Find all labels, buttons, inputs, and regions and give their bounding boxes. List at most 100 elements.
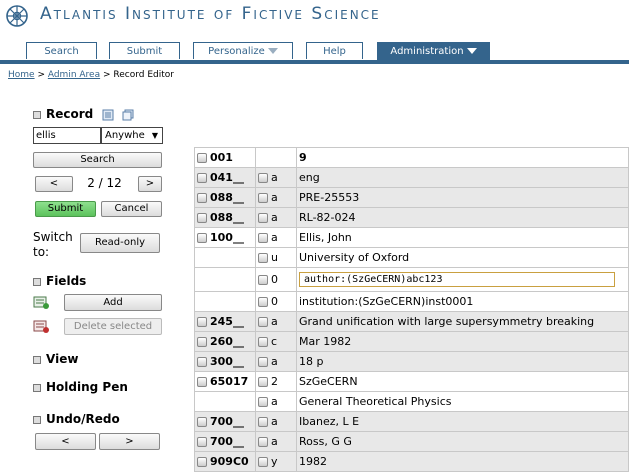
field-tag[interactable]: 041__: [194, 167, 256, 188]
table-row[interactable]: 041__ a eng: [194, 167, 629, 188]
table-row[interactable]: 001 9: [194, 147, 629, 168]
field-tag[interactable]: 001: [194, 147, 256, 168]
subfield-select-checkbox[interactable]: [258, 437, 268, 447]
field-tag[interactable]: [194, 391, 256, 412]
subfield-select-checkbox[interactable]: [258, 213, 268, 223]
subfield-value[interactable]: Grand unification with large supersymmet…: [296, 311, 629, 332]
table-row[interactable]: 65017 2 SzGeCERN: [194, 371, 629, 392]
subfield-select-checkbox[interactable]: [258, 337, 268, 347]
subfield-code[interactable]: a: [255, 431, 297, 452]
table-row[interactable]: 700__ a Ibanez, L E: [194, 411, 629, 432]
table-row[interactable]: 245__ a Grand unification with large super…: [194, 311, 629, 332]
field-select-checkbox[interactable]: [197, 173, 207, 183]
add-field-button[interactable]: Add: [64, 294, 162, 311]
field-select-checkbox[interactable]: [197, 337, 207, 347]
field-tag[interactable]: 700__: [194, 431, 256, 452]
cancel-button[interactable]: Cancel: [101, 201, 162, 217]
table-row[interactable]: 0 author:(SzGeCERN)abc123: [194, 267, 629, 292]
read-only-button[interactable]: Read-only: [80, 233, 160, 253]
field-select-checkbox[interactable]: [197, 417, 207, 427]
holding-pen-section-header[interactable]: Holding Pen: [33, 380, 128, 394]
field-select-checkbox[interactable]: [197, 153, 207, 163]
table-row[interactable]: 700__ a Ross, G G: [194, 431, 629, 452]
tab-administration[interactable]: Administration: [377, 42, 490, 61]
subfield-select-checkbox[interactable]: [258, 173, 268, 183]
table-row[interactable]: 088__ a RL-82-024: [194, 207, 629, 228]
field-tag[interactable]: 909C0: [194, 451, 256, 472]
subfield-code[interactable]: a: [255, 207, 297, 228]
subfield-code[interactable]: a: [255, 391, 297, 412]
subfield-select-checkbox[interactable]: [258, 457, 268, 467]
field-tag[interactable]: 245__: [194, 311, 256, 332]
table-row[interactable]: u University of Oxford: [194, 247, 629, 268]
subfield-select-checkbox[interactable]: [258, 297, 268, 307]
field-tag[interactable]: 088__: [194, 187, 256, 208]
subfield-select-checkbox[interactable]: [258, 275, 268, 285]
field-tag[interactable]: [194, 291, 256, 312]
search-scope-select[interactable]: Anywhe ▼: [101, 127, 163, 144]
subfield-value[interactable]: General Theoretical Physics: [296, 391, 629, 412]
field-select-checkbox[interactable]: [197, 357, 207, 367]
redo-button[interactable]: >: [99, 433, 160, 450]
delete-selected-button[interactable]: Delete selected: [64, 318, 162, 335]
subfield-select-checkbox[interactable]: [258, 357, 268, 367]
table-row[interactable]: 100__ a Ellis, John: [194, 227, 629, 248]
subfield-value[interactable]: Ibanez, L E: [296, 411, 629, 432]
clone-record-icon[interactable]: [122, 109, 134, 121]
delete-field-icon[interactable]: [33, 319, 49, 333]
subfield-select-checkbox[interactable]: [258, 377, 268, 387]
subfield-value[interactable]: Ellis, John: [296, 227, 629, 248]
table-row[interactable]: 260__ c Mar 1982: [194, 331, 629, 352]
tab-search[interactable]: Search: [26, 42, 97, 59]
subfield-value[interactable]: Mar 1982: [296, 331, 629, 352]
table-row[interactable]: 909C0 y 1982: [194, 451, 629, 472]
record-search-input[interactable]: ellis: [33, 127, 101, 144]
subfield-code[interactable]: a: [255, 311, 297, 332]
subfield-code[interactable]: 0: [255, 267, 297, 292]
subfield-value[interactable]: RL-82-024: [296, 207, 629, 228]
submit-button[interactable]: Submit: [35, 201, 96, 217]
subfield-select-checkbox[interactable]: [258, 233, 268, 243]
subfield-code[interactable]: 0: [255, 291, 297, 312]
table-row[interactable]: a General Theoretical Physics: [194, 391, 629, 412]
record-section-header[interactable]: Record: [33, 107, 134, 121]
field-select-checkbox[interactable]: [197, 457, 207, 467]
subfield-code[interactable]: [255, 147, 297, 168]
subfield-select-checkbox[interactable]: [258, 193, 268, 203]
search-button[interactable]: Search: [33, 152, 162, 168]
undo-button[interactable]: <: [35, 433, 96, 450]
subfield-value[interactable]: institution:(SzGeCERN)inst0001: [296, 291, 629, 312]
field-select-checkbox[interactable]: [197, 233, 207, 243]
field-select-checkbox[interactable]: [197, 193, 207, 203]
subfield-code[interactable]: a: [255, 351, 297, 372]
subfield-code[interactable]: a: [255, 167, 297, 188]
field-tag[interactable]: 300__: [194, 351, 256, 372]
next-record-button[interactable]: >: [138, 176, 162, 192]
field-tag[interactable]: [194, 267, 256, 292]
subfield-value[interactable]: PRE-25553: [296, 187, 629, 208]
field-tag[interactable]: [194, 247, 256, 268]
subfield-value[interactable]: University of Oxford: [296, 247, 629, 268]
subfield-value[interactable]: 1982: [296, 451, 629, 472]
field-tag[interactable]: 260__: [194, 331, 256, 352]
fields-section-header[interactable]: Fields: [33, 274, 86, 288]
subfield-select-checkbox[interactable]: [258, 317, 268, 327]
subfield-value[interactable]: 18 p: [296, 351, 629, 372]
field-select-checkbox[interactable]: [197, 437, 207, 447]
subfield-code[interactable]: a: [255, 187, 297, 208]
subfield-value[interactable]: Ross, G G: [296, 431, 629, 452]
subfield-code[interactable]: a: [255, 411, 297, 432]
add-field-icon[interactable]: [33, 295, 49, 309]
subfield-value[interactable]: 9: [296, 147, 629, 168]
view-section-header[interactable]: View: [33, 352, 78, 366]
subfield-code[interactable]: a: [255, 227, 297, 248]
subfield-value[interactable]: eng: [296, 167, 629, 188]
field-tag[interactable]: 088__: [194, 207, 256, 228]
subfield-edit-input[interactable]: author:(SzGeCERN)abc123: [299, 272, 615, 287]
tab-personalize[interactable]: Personalize: [193, 42, 293, 59]
subfield-select-checkbox[interactable]: [258, 397, 268, 407]
table-row[interactable]: 0 institution:(SzGeCERN)inst0001: [194, 291, 629, 312]
subfield-value[interactable]: author:(SzGeCERN)abc123: [296, 267, 629, 292]
undo-redo-section-header[interactable]: Undo/Redo: [33, 412, 120, 426]
table-row[interactable]: 300__ a 18 p: [194, 351, 629, 372]
